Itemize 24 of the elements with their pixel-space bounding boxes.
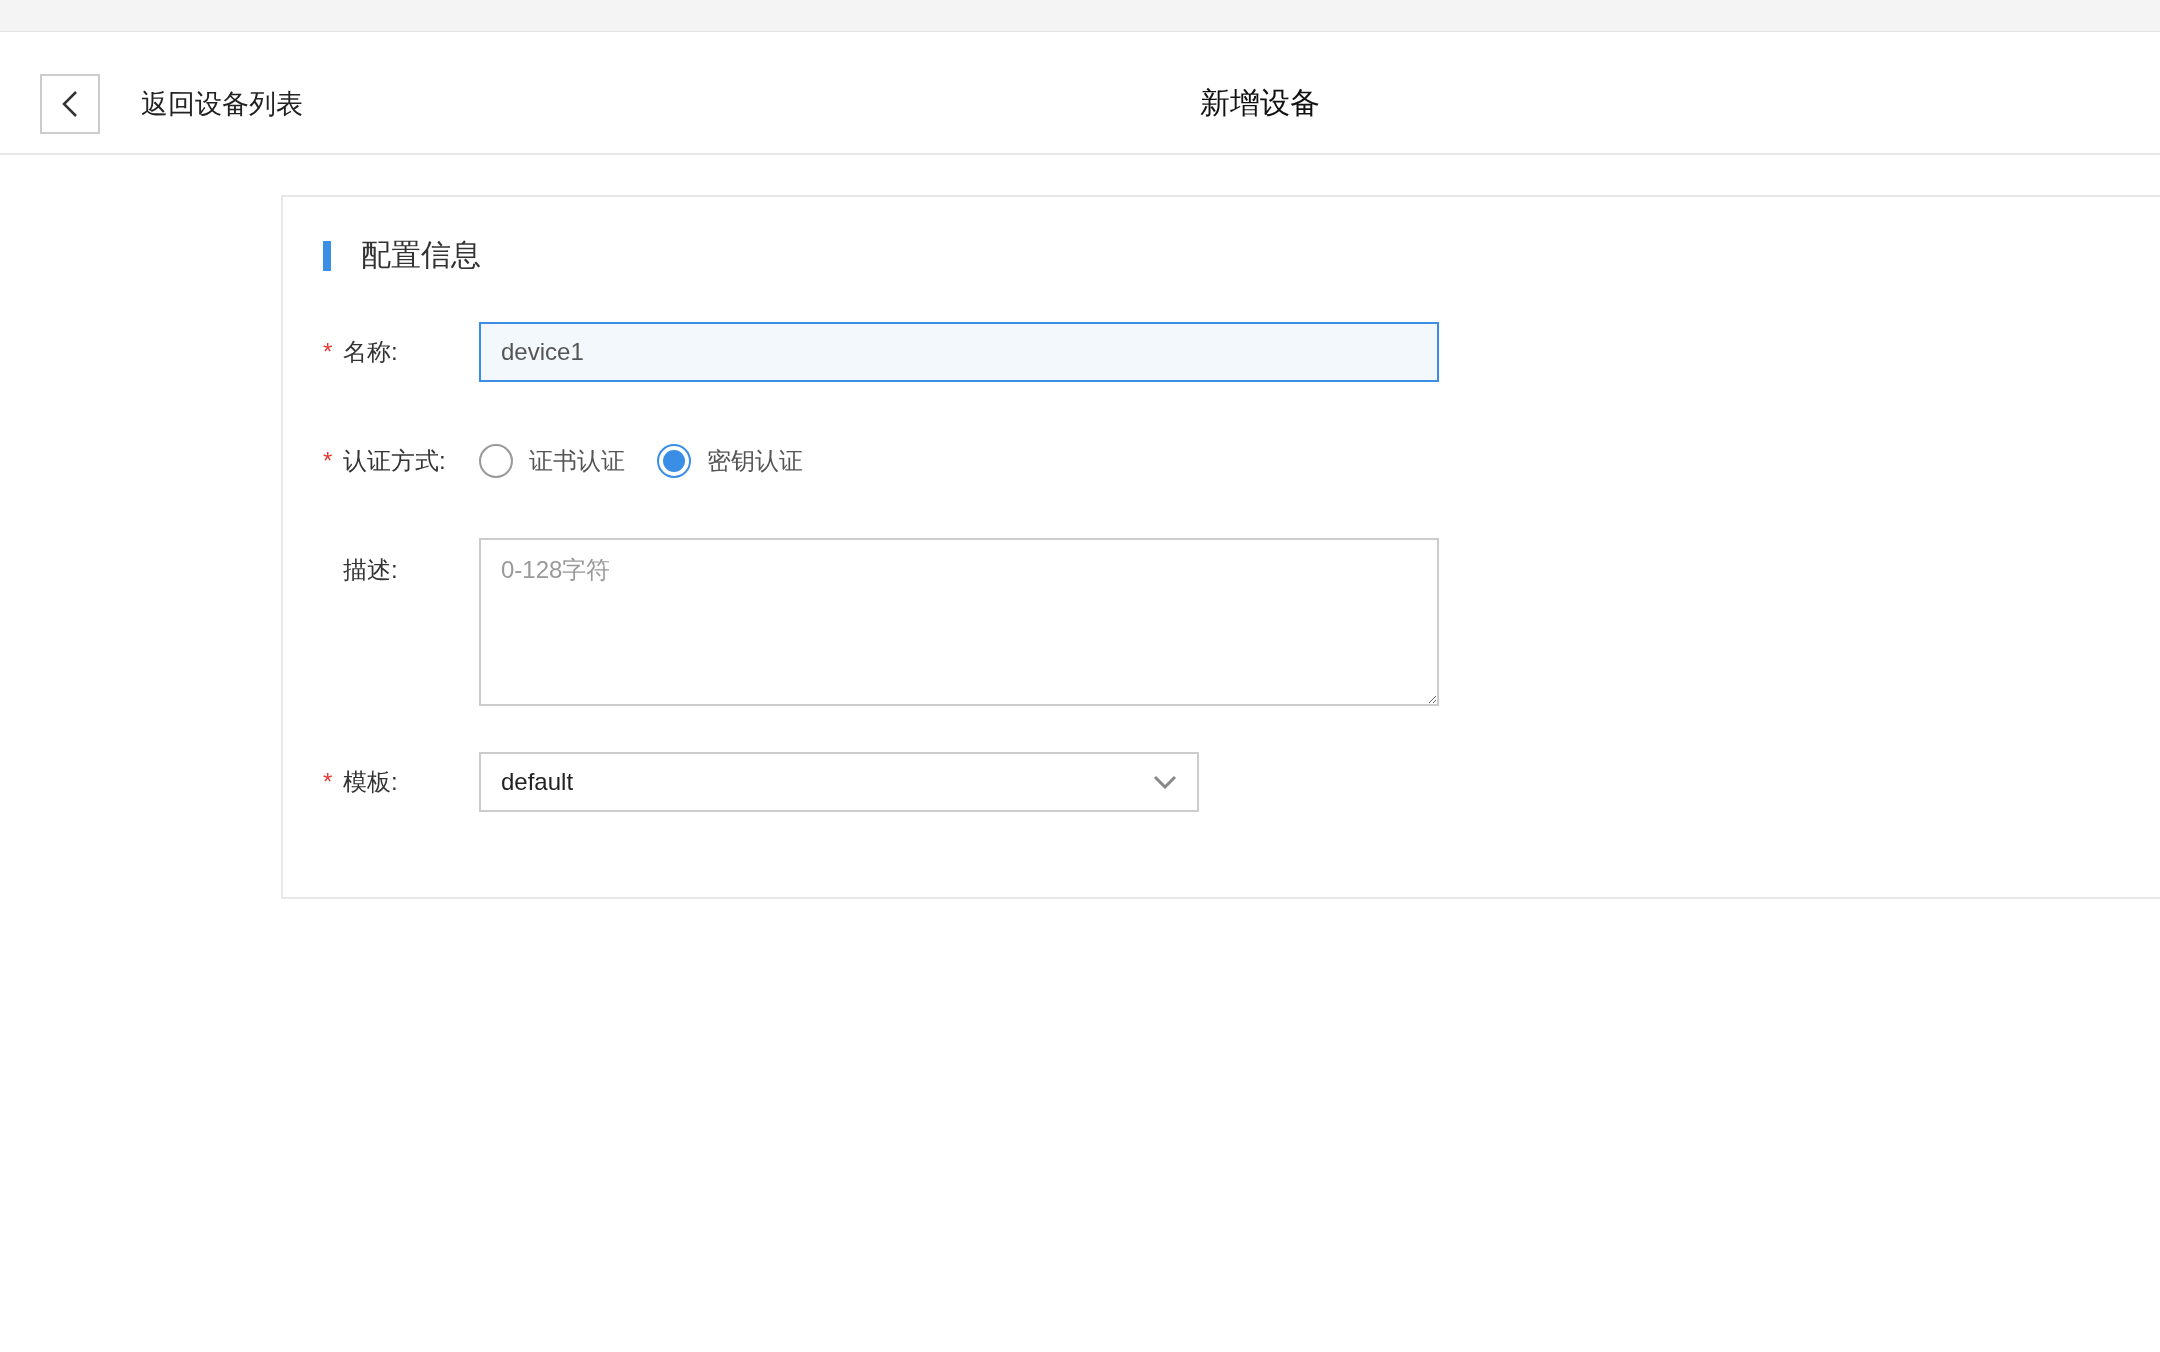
chevron-down-icon — [1153, 775, 1177, 789]
radio-button[interactable] — [657, 444, 691, 478]
field-label: 认证方式: — [343, 446, 446, 476]
required-mark: * — [323, 338, 334, 366]
required-mark: * — [323, 768, 334, 796]
required-mark: * — [323, 447, 334, 475]
field-label: 描述: — [343, 555, 398, 585]
field-label: 模板: — [343, 767, 398, 797]
section-accent-bar — [323, 240, 331, 271]
description-textarea[interactable]: 0-128字符 — [479, 538, 1439, 706]
name-input[interactable]: device1 — [479, 322, 1439, 382]
radio-option[interactable]: 证书认证 — [479, 444, 625, 478]
back-button[interactable] — [40, 73, 100, 134]
back-icon — [62, 89, 78, 118]
field-label: 名称: — [343, 337, 398, 367]
back-label: 返回设备列表 — [141, 87, 303, 121]
select-value: default — [501, 768, 574, 796]
radio-label: 证书认证 — [529, 446, 625, 476]
template-select[interactable]: default — [479, 752, 1199, 812]
radio-button[interactable] — [479, 444, 513, 478]
page-title: 新增设备 — [1200, 85, 1320, 121]
radio-label: 密钥认证 — [707, 446, 803, 476]
section-title: 配置信息 — [361, 237, 481, 273]
radio-option[interactable]: 密钥认证 — [657, 444, 803, 478]
